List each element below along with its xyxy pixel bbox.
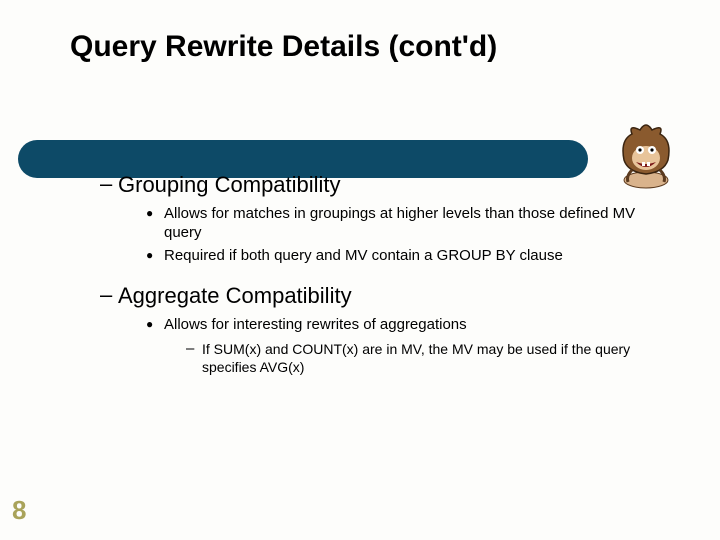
- bullet-text: Allows for matches in groupings at highe…: [164, 204, 660, 242]
- dash-icon: –: [100, 172, 118, 196]
- bullet-text: Allows for interesting rewrites of aggre…: [164, 315, 467, 334]
- bullet-level2: ● Allows for interesting rewrites of agg…: [146, 315, 660, 334]
- bullet-level1: – Grouping Compatibility: [100, 172, 660, 198]
- slide: Query Rewrite Details (cont'd) – Groupin…: [0, 0, 720, 540]
- slide-body: – Grouping Compatibility ● Allows for ma…: [100, 168, 660, 376]
- spacer: [100, 265, 660, 279]
- dot-icon: ●: [146, 204, 164, 222]
- bullet-text: If SUM(x) and COUNT(x) are in MV, the MV…: [202, 340, 660, 376]
- dash-icon: –: [100, 283, 118, 307]
- bullet-level1: – Aggregate Compatibility: [100, 283, 660, 309]
- dot-icon: ●: [146, 315, 164, 333]
- bullet-level2: ● Required if both query and MV contain …: [146, 246, 660, 265]
- dot-icon: ●: [146, 246, 164, 264]
- bullet-level3: – If SUM(x) and COUNT(x) are in MV, the …: [186, 340, 660, 376]
- bullet-heading: Grouping Compatibility: [118, 172, 341, 198]
- page-number: 8: [12, 495, 26, 526]
- slide-title: Query Rewrite Details (cont'd): [70, 30, 497, 64]
- dash-icon: –: [186, 340, 202, 358]
- bullet-text: Required if both query and MV contain a …: [164, 246, 563, 265]
- bullet-level2: ● Allows for matches in groupings at hig…: [146, 204, 660, 242]
- bullet-heading: Aggregate Compatibility: [118, 283, 352, 309]
